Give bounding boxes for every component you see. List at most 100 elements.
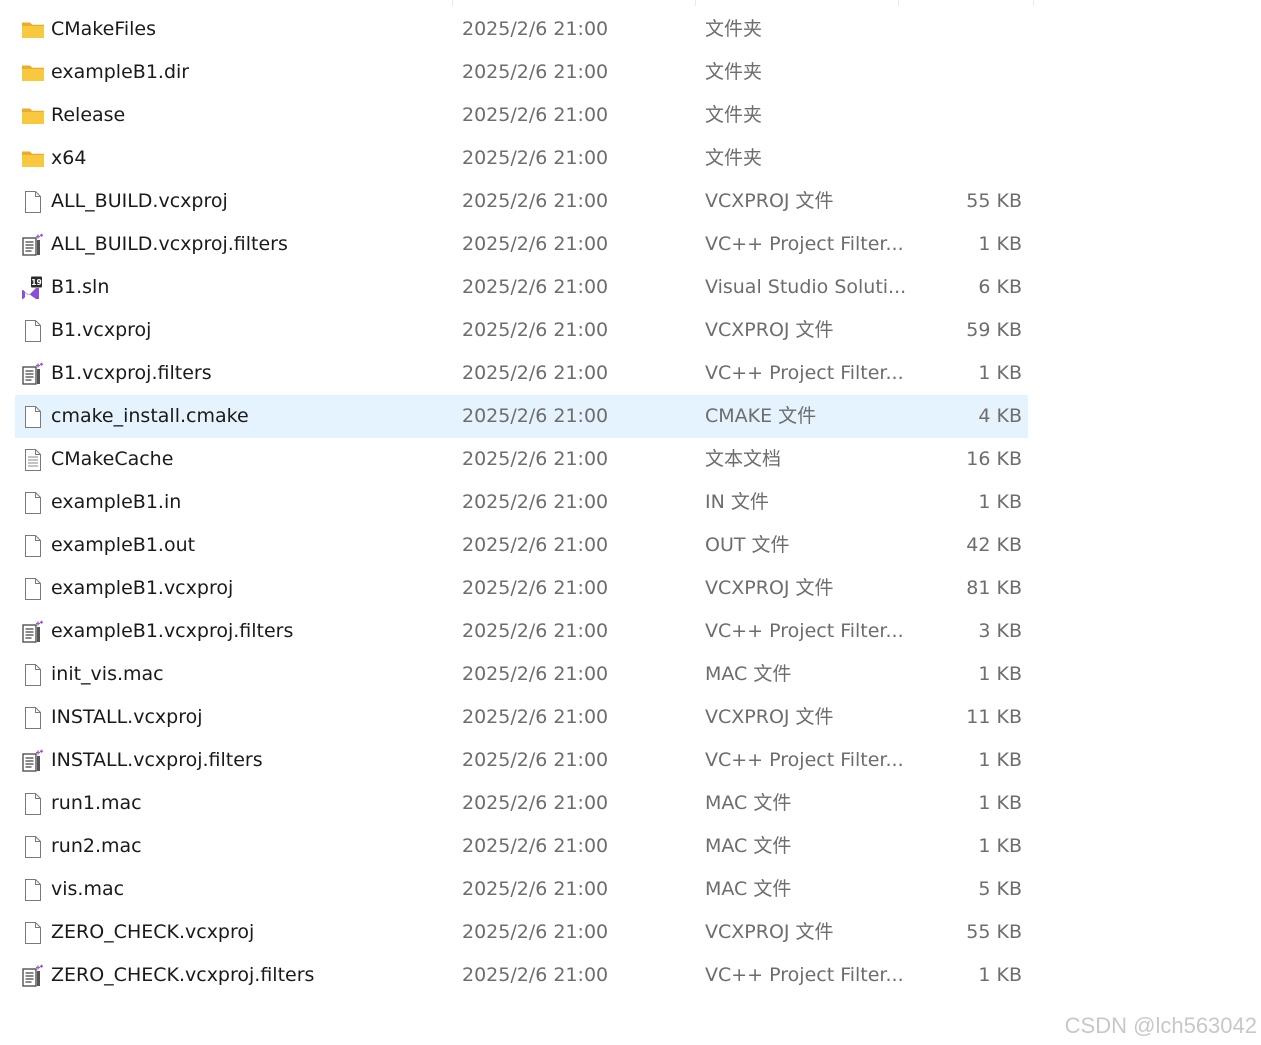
folder-icon bbox=[21, 61, 45, 85]
file-size: 55 KB bbox=[966, 921, 1022, 943]
file-name: init_vis.mac bbox=[51, 663, 164, 685]
file-row[interactable]: run2.mac 2025/2/6 21:00 MAC 文件 1 KB bbox=[15, 825, 1028, 868]
file-row[interactable]: B1.vcxproj 2025/2/6 21:00 VCXPROJ 文件 59 … bbox=[15, 309, 1028, 352]
file-size: 1 KB bbox=[978, 491, 1022, 513]
file-type: VCXPROJ 文件 bbox=[705, 706, 834, 728]
file-row[interactable]: INSTALL.vcxproj.filters 2025/2/6 21:00 V… bbox=[15, 739, 1028, 782]
text-document-icon bbox=[21, 448, 45, 472]
file-size: 6 KB bbox=[978, 276, 1022, 298]
file-date-modified: 2025/2/6 21:00 bbox=[462, 749, 609, 771]
file-type: MAC 文件 bbox=[705, 792, 792, 814]
file-row[interactable]: exampleB1.vcxproj 2025/2/6 21:00 VCXPROJ… bbox=[15, 567, 1028, 610]
file-size: 1 KB bbox=[978, 233, 1022, 255]
file-row[interactable]: ALL_BUILD.vcxproj.filters 2025/2/6 21:00… bbox=[15, 223, 1028, 266]
filters-file-icon bbox=[21, 964, 45, 988]
file-name: ZERO_CHECK.vcxproj bbox=[51, 921, 255, 943]
blank-file-icon bbox=[21, 663, 45, 687]
file-row[interactable]: cmake_install.cmake 2025/2/6 21:00 CMAKE… bbox=[15, 395, 1028, 438]
file-size: 4 KB bbox=[978, 405, 1022, 427]
file-date-modified: 2025/2/6 21:00 bbox=[462, 921, 609, 943]
file-row[interactable]: 19 B1.sln 2025/2/6 21:00 Visual Studio S… bbox=[15, 266, 1028, 309]
file-size: 42 KB bbox=[966, 534, 1022, 556]
file-name: Release bbox=[51, 104, 126, 126]
file-name: run1.mac bbox=[51, 792, 142, 814]
file-size: 5 KB bbox=[978, 878, 1022, 900]
column-separator[interactable] bbox=[452, 0, 453, 6]
file-row[interactable]: ALL_BUILD.vcxproj 2025/2/6 21:00 VCXPROJ… bbox=[15, 180, 1028, 223]
file-type: OUT 文件 bbox=[705, 534, 790, 556]
file-date-modified: 2025/2/6 21:00 bbox=[462, 577, 609, 599]
file-name: B1.vcxproj.filters bbox=[51, 362, 212, 384]
file-type: VC++ Project Filter... bbox=[705, 620, 904, 642]
file-date-modified: 2025/2/6 21:00 bbox=[462, 878, 609, 900]
file-row[interactable]: INSTALL.vcxproj 2025/2/6 21:00 VCXPROJ 文… bbox=[15, 696, 1028, 739]
file-type: MAC 文件 bbox=[705, 663, 792, 685]
file-type: VC++ Project Filter... bbox=[705, 749, 904, 771]
file-date-modified: 2025/2/6 21:00 bbox=[462, 276, 609, 298]
visual-studio-solution-icon: 19 bbox=[21, 276, 45, 300]
file-type: 文件夹 bbox=[705, 61, 763, 83]
file-name: run2.mac bbox=[51, 835, 142, 857]
blank-file-icon bbox=[21, 878, 45, 902]
file-date-modified: 2025/2/6 21:00 bbox=[462, 405, 609, 427]
file-row[interactable]: run1.mac 2025/2/6 21:00 MAC 文件 1 KB bbox=[15, 782, 1028, 825]
file-row[interactable]: ZERO_CHECK.vcxproj.filters 2025/2/6 21:0… bbox=[15, 954, 1028, 997]
file-date-modified: 2025/2/6 21:00 bbox=[462, 233, 609, 255]
folder-icon bbox=[21, 18, 45, 42]
file-date-modified: 2025/2/6 21:00 bbox=[462, 319, 609, 341]
file-size: 59 KB bbox=[966, 319, 1022, 341]
file-name: ALL_BUILD.vcxproj bbox=[51, 190, 228, 212]
file-row[interactable]: B1.vcxproj.filters 2025/2/6 21:00 VC++ P… bbox=[15, 352, 1028, 395]
column-separator[interactable] bbox=[695, 0, 696, 6]
file-type: VCXPROJ 文件 bbox=[705, 190, 834, 212]
file-row[interactable]: vis.mac 2025/2/6 21:00 MAC 文件 5 KB bbox=[15, 868, 1028, 911]
blank-file-icon bbox=[21, 319, 45, 343]
file-row[interactable]: x64 2025/2/6 21:00 文件夹 bbox=[15, 137, 1028, 180]
file-row[interactable]: exampleB1.in 2025/2/6 21:00 IN 文件 1 KB bbox=[15, 481, 1028, 524]
file-name: INSTALL.vcxproj bbox=[51, 706, 203, 728]
file-size: 1 KB bbox=[978, 749, 1022, 771]
file-row[interactable]: CMakeCache 2025/2/6 21:00 文本文档 16 KB bbox=[15, 438, 1028, 481]
file-size: 1 KB bbox=[978, 835, 1022, 857]
file-row[interactable]: init_vis.mac 2025/2/6 21:00 MAC 文件 1 KB bbox=[15, 653, 1028, 696]
file-size: 1 KB bbox=[978, 663, 1022, 685]
blank-file-icon bbox=[21, 792, 45, 816]
filters-file-icon bbox=[21, 233, 45, 257]
blank-file-icon bbox=[21, 577, 45, 601]
file-list[interactable]: CMakeFiles 2025/2/6 21:00 文件夹 exampleB1.… bbox=[15, 8, 1028, 997]
file-date-modified: 2025/2/6 21:00 bbox=[462, 964, 609, 986]
folder-icon bbox=[21, 104, 45, 128]
file-name: vis.mac bbox=[51, 878, 125, 900]
file-type: CMAKE 文件 bbox=[705, 405, 817, 427]
file-date-modified: 2025/2/6 21:00 bbox=[462, 663, 609, 685]
file-name: B1.sln bbox=[51, 276, 110, 298]
blank-file-icon bbox=[21, 706, 45, 730]
file-type: MAC 文件 bbox=[705, 835, 792, 857]
file-date-modified: 2025/2/6 21:00 bbox=[462, 61, 609, 83]
file-size: 11 KB bbox=[966, 706, 1022, 728]
file-name: INSTALL.vcxproj.filters bbox=[51, 749, 263, 771]
file-size: 1 KB bbox=[978, 964, 1022, 986]
file-name: ZERO_CHECK.vcxproj.filters bbox=[51, 964, 315, 986]
file-name: exampleB1.vcxproj bbox=[51, 577, 234, 599]
file-size: 1 KB bbox=[978, 362, 1022, 384]
filters-file-icon bbox=[21, 362, 45, 386]
column-separator[interactable] bbox=[1033, 0, 1034, 6]
file-row[interactable]: exampleB1.out 2025/2/6 21:00 OUT 文件 42 K… bbox=[15, 524, 1028, 567]
file-type: 文本文档 bbox=[705, 448, 782, 470]
file-row[interactable]: Release 2025/2/6 21:00 文件夹 bbox=[15, 94, 1028, 137]
file-type: VCXPROJ 文件 bbox=[705, 577, 834, 599]
file-row[interactable]: exampleB1.dir 2025/2/6 21:00 文件夹 bbox=[15, 51, 1028, 94]
svg-text:19: 19 bbox=[31, 278, 41, 287]
file-size: 81 KB bbox=[966, 577, 1022, 599]
file-date-modified: 2025/2/6 21:00 bbox=[462, 362, 609, 384]
blank-file-icon bbox=[21, 405, 45, 429]
file-name: B1.vcxproj bbox=[51, 319, 152, 341]
file-row[interactable]: exampleB1.vcxproj.filters 2025/2/6 21:00… bbox=[15, 610, 1028, 653]
column-separator[interactable] bbox=[898, 0, 899, 6]
file-row[interactable]: ZERO_CHECK.vcxproj 2025/2/6 21:00 VCXPRO… bbox=[15, 911, 1028, 954]
filters-file-icon bbox=[21, 620, 45, 644]
file-row[interactable]: CMakeFiles 2025/2/6 21:00 文件夹 bbox=[15, 8, 1028, 51]
blank-file-icon bbox=[21, 835, 45, 859]
file-type: IN 文件 bbox=[705, 491, 769, 513]
